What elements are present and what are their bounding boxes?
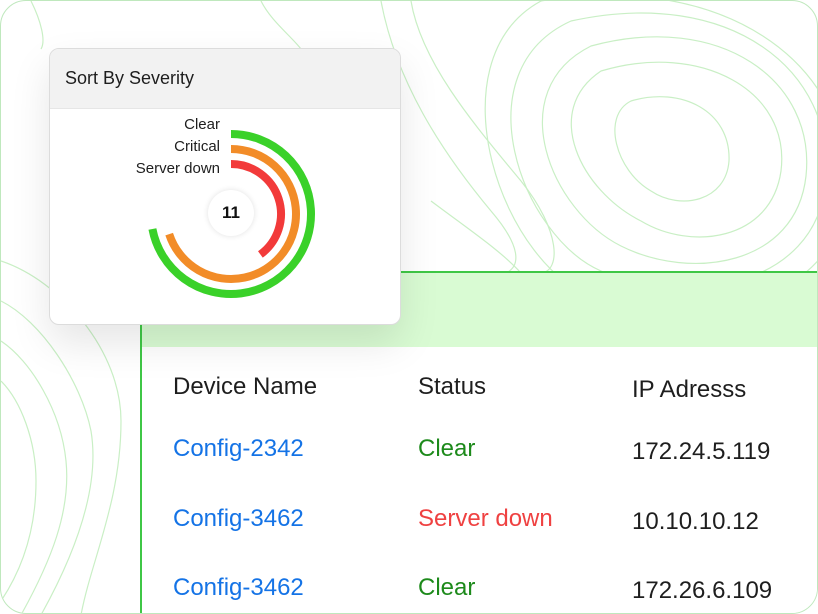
status-cell: Clear bbox=[418, 435, 476, 462]
ip-address-cell: 10.10.10.12 bbox=[632, 508, 759, 535]
column-header-status[interactable]: Status bbox=[418, 373, 486, 401]
total-count: 11 bbox=[208, 190, 254, 236]
device-name-link[interactable]: Config-3462 bbox=[173, 574, 304, 602]
device-name-link[interactable]: Config-3462 bbox=[173, 505, 304, 533]
ip-address-cell: 172.26.6.109 bbox=[632, 577, 773, 604]
status-cell: Server down bbox=[418, 505, 553, 532]
column-header-ip-address[interactable]: IP Adresss bbox=[632, 376, 746, 404]
severity-card: Sort By Severity Clear Critical Server d… bbox=[49, 48, 401, 325]
device-name-link[interactable]: Config-2342 bbox=[173, 435, 304, 463]
column-header-device-name[interactable]: Device Name bbox=[173, 373, 317, 401]
severity-radial-chart bbox=[148, 130, 315, 298]
status-cell: Clear bbox=[418, 574, 476, 601]
ip-address-cell: 172.24.5.119 bbox=[632, 438, 771, 465]
